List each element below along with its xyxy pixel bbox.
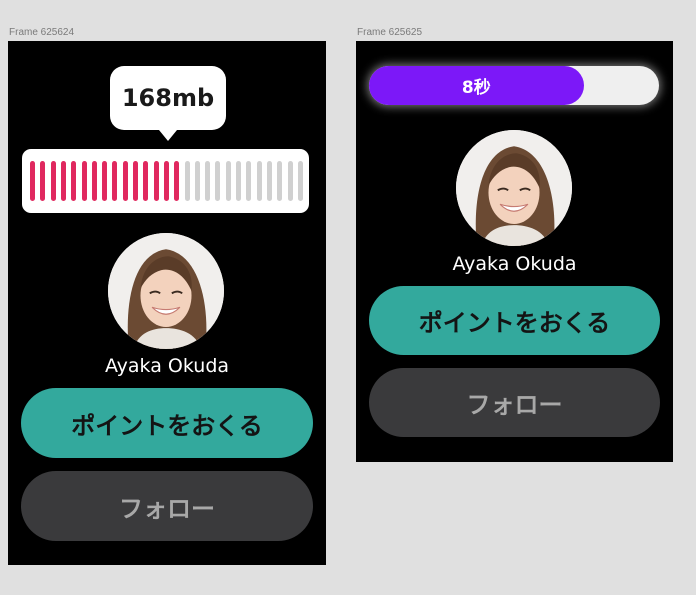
meter-bar-filled [174,161,180,201]
frame-label-1: Frame 625624 [9,27,75,38]
meter-bar-filled [71,161,77,201]
follow-button[interactable]: フォロー [369,368,660,437]
meter-bar-empty [215,161,221,201]
meter-bar-empty [205,161,211,201]
timer-fill: 8秒 [369,66,584,105]
meter-bar-filled [122,161,128,201]
meter-bar-empty [287,161,293,201]
timer-progress-bar: 8秒 [369,66,659,105]
meter-bar-empty [225,161,231,201]
meter-bar-empty [297,161,303,201]
meter-bar-filled [40,161,46,201]
meter-bar-filled [30,161,35,201]
meter-bar-empty [266,161,272,201]
follow-button[interactable]: フォロー [21,471,313,541]
meter-bar-empty [246,161,252,201]
meter-bar-filled [112,161,118,201]
meter-bars [30,161,303,201]
meter-bar-filled [81,161,87,201]
meter-bar-filled [153,161,159,201]
meter-bar-filled [163,161,169,201]
profile-photo [456,130,572,246]
frame-625624: 168mb Ayaka Okuda ポイントをおくる フォロー [8,41,326,565]
meter-bar-filled [133,161,138,201]
avatar [456,130,572,246]
size-tooltip: 168mb [110,66,226,130]
frame-label-2: Frame 625625 [357,27,423,38]
profile-name: Ayaka Okuda [104,355,230,377]
frame-625625: 8秒 Ayaka Okuda ポイントをおくる フォロー [356,41,673,462]
meter-bar-empty [256,161,262,201]
profile-photo [108,233,224,349]
meter-bar-empty [184,161,190,201]
tooltip-arrow [159,130,177,141]
send-points-button[interactable]: ポイントをおくる [369,286,660,355]
meter-bar-filled [50,161,56,201]
data-meter [22,149,309,213]
meter-bar-filled [143,161,149,201]
meter-bar-filled [60,161,66,201]
send-points-button[interactable]: ポイントをおくる [21,388,313,458]
meter-bar-filled [102,161,108,201]
meter-bar-filled [91,161,97,201]
meter-bar-empty [194,161,200,201]
avatar [108,233,224,349]
meter-bar-empty [277,161,283,201]
meter-bar-empty [236,161,241,201]
profile-name: Ayaka Okuda [452,253,577,275]
